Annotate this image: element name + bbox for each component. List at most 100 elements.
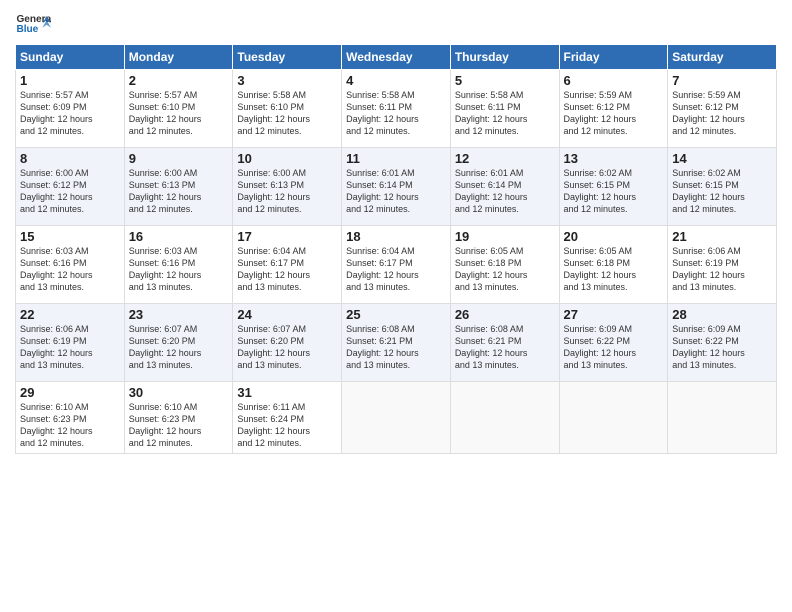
day-info: Sunrise: 6:09 AMSunset: 6:22 PMDaylight:…	[672, 324, 745, 370]
day-number: 7	[672, 73, 772, 88]
calendar-cell: 25 Sunrise: 6:08 AMSunset: 6:21 PMDayligh…	[342, 304, 451, 382]
day-number: 26	[455, 307, 555, 322]
col-monday: Monday	[124, 45, 233, 70]
calendar-cell: 11 Sunrise: 6:01 AMSunset: 6:14 PMDayligh…	[342, 148, 451, 226]
day-number: 22	[20, 307, 120, 322]
day-number: 2	[129, 73, 229, 88]
calendar-cell: 15 Sunrise: 6:03 AMSunset: 6:16 PMDayligh…	[16, 226, 125, 304]
calendar-cell	[342, 382, 451, 454]
day-info: Sunrise: 6:04 AMSunset: 6:17 PMDaylight:…	[237, 246, 310, 292]
day-number: 10	[237, 151, 337, 166]
day-number: 25	[346, 307, 446, 322]
day-number: 30	[129, 385, 229, 400]
day-info: Sunrise: 6:06 AMSunset: 6:19 PMDaylight:…	[20, 324, 93, 370]
day-info: Sunrise: 5:57 AMSunset: 6:10 PMDaylight:…	[129, 90, 202, 136]
day-number: 16	[129, 229, 229, 244]
col-friday: Friday	[559, 45, 668, 70]
logo-icon: General Blue	[15, 10, 51, 38]
day-number: 29	[20, 385, 120, 400]
day-number: 3	[237, 73, 337, 88]
day-info: Sunrise: 6:02 AMSunset: 6:15 PMDaylight:…	[672, 168, 745, 214]
calendar-cell: 13 Sunrise: 6:02 AMSunset: 6:15 PMDayligh…	[559, 148, 668, 226]
calendar-cell: 3 Sunrise: 5:58 AMSunset: 6:10 PMDaylight…	[233, 70, 342, 148]
calendar-cell: 16 Sunrise: 6:03 AMSunset: 6:16 PMDayligh…	[124, 226, 233, 304]
calendar-cell: 1Sunrise: 5:57 AMSunset: 6:09 PMDaylight…	[16, 70, 125, 148]
day-number: 13	[564, 151, 664, 166]
day-number: 24	[237, 307, 337, 322]
calendar-cell: 21Sunrise: 6:06 AMSunset: 6:19 PMDayligh…	[668, 226, 777, 304]
calendar-cell: 30 Sunrise: 6:10 AMSunset: 6:23 PMDayligh…	[124, 382, 233, 454]
calendar-cell: 22 Sunrise: 6:06 AMSunset: 6:19 PMDayligh…	[16, 304, 125, 382]
calendar-cell: 27 Sunrise: 6:09 AMSunset: 6:22 PMDayligh…	[559, 304, 668, 382]
calendar-cell: 26 Sunrise: 6:08 AMSunset: 6:21 PMDayligh…	[450, 304, 559, 382]
col-saturday: Saturday	[668, 45, 777, 70]
day-info: Sunrise: 6:01 AMSunset: 6:14 PMDaylight:…	[455, 168, 528, 214]
day-info: Sunrise: 6:09 AMSunset: 6:22 PMDaylight:…	[564, 324, 637, 370]
day-number: 27	[564, 307, 664, 322]
calendar-cell: 31Sunrise: 6:11 AMSunset: 6:24 PMDayligh…	[233, 382, 342, 454]
calendar-cell: 17 Sunrise: 6:04 AMSunset: 6:17 PMDayligh…	[233, 226, 342, 304]
calendar-cell: 10 Sunrise: 6:00 AMSunset: 6:13 PMDayligh…	[233, 148, 342, 226]
day-number: 4	[346, 73, 446, 88]
col-thursday: Thursday	[450, 45, 559, 70]
calendar-cell: 4 Sunrise: 5:58 AMSunset: 6:11 PMDaylight…	[342, 70, 451, 148]
day-info: Sunrise: 6:01 AMSunset: 6:14 PMDaylight:…	[346, 168, 419, 214]
col-tuesday: Tuesday	[233, 45, 342, 70]
calendar-cell	[559, 382, 668, 454]
day-info: Sunrise: 6:00 AMSunset: 6:13 PMDaylight:…	[129, 168, 202, 214]
page: General Blue Sunday Monday Tuesday Wedne…	[0, 0, 792, 612]
day-info: Sunrise: 6:05 AMSunset: 6:18 PMDaylight:…	[455, 246, 528, 292]
day-info: Sunrise: 6:07 AMSunset: 6:20 PMDaylight:…	[129, 324, 202, 370]
logo: General Blue	[15, 10, 51, 38]
calendar-cell: 9 Sunrise: 6:00 AMSunset: 6:13 PMDaylight…	[124, 148, 233, 226]
day-info: Sunrise: 6:11 AMSunset: 6:24 PMDaylight:…	[237, 402, 310, 448]
day-info: Sunrise: 6:02 AMSunset: 6:15 PMDaylight:…	[564, 168, 637, 214]
day-number: 21	[672, 229, 772, 244]
day-number: 19	[455, 229, 555, 244]
day-number: 18	[346, 229, 446, 244]
day-info: Sunrise: 6:00 AMSunset: 6:13 PMDaylight:…	[237, 168, 310, 214]
col-wednesday: Wednesday	[342, 45, 451, 70]
calendar-cell: 14 Sunrise: 6:02 AMSunset: 6:15 PMDayligh…	[668, 148, 777, 226]
calendar-cell: 24 Sunrise: 6:07 AMSunset: 6:20 PMDayligh…	[233, 304, 342, 382]
calendar-cell: 8 Sunrise: 6:00 AMSunset: 6:12 PMDaylight…	[16, 148, 125, 226]
day-info: Sunrise: 6:00 AMSunset: 6:12 PMDaylight:…	[20, 168, 93, 214]
col-sunday: Sunday	[16, 45, 125, 70]
calendar-cell: 20 Sunrise: 6:05 AMSunset: 6:18 PMDayligh…	[559, 226, 668, 304]
day-number: 17	[237, 229, 337, 244]
day-number: 8	[20, 151, 120, 166]
day-info: Sunrise: 6:07 AMSunset: 6:20 PMDaylight:…	[237, 324, 310, 370]
day-info: Sunrise: 6:10 AMSunset: 6:23 PMDaylight:…	[129, 402, 202, 448]
calendar-cell: 7 Sunrise: 5:59 AMSunset: 6:12 PMDaylight…	[668, 70, 777, 148]
day-info: Sunrise: 6:03 AMSunset: 6:16 PMDaylight:…	[129, 246, 202, 292]
calendar-cell: 23Sunrise: 6:07 AMSunset: 6:20 PMDayligh…	[124, 304, 233, 382]
day-info: Sunrise: 6:03 AMSunset: 6:16 PMDaylight:…	[20, 246, 93, 292]
day-number: 20	[564, 229, 664, 244]
day-number: 1	[20, 73, 120, 88]
day-info: Sunrise: 5:59 AMSunset: 6:12 PMDaylight:…	[672, 90, 745, 136]
calendar-cell: 5 Sunrise: 5:58 AMSunset: 6:11 PMDaylight…	[450, 70, 559, 148]
calendar-cell	[450, 382, 559, 454]
day-info: Sunrise: 5:59 AMSunset: 6:12 PMDaylight:…	[564, 90, 637, 136]
day-number: 9	[129, 151, 229, 166]
day-info: Sunrise: 6:08 AMSunset: 6:21 PMDaylight:…	[455, 324, 528, 370]
day-number: 14	[672, 151, 772, 166]
calendar-header-row: Sunday Monday Tuesday Wednesday Thursday…	[16, 45, 777, 70]
day-info: Sunrise: 6:10 AMSunset: 6:23 PMDaylight:…	[20, 402, 93, 448]
calendar-cell: 29 Sunrise: 6:10 AMSunset: 6:23 PMDayligh…	[16, 382, 125, 454]
day-number: 11	[346, 151, 446, 166]
calendar-cell: 6Sunrise: 5:59 AMSunset: 6:12 PMDaylight…	[559, 70, 668, 148]
calendar-cell: 28 Sunrise: 6:09 AMSunset: 6:22 PMDayligh…	[668, 304, 777, 382]
day-number: 5	[455, 73, 555, 88]
calendar-cell: 19 Sunrise: 6:05 AMSunset: 6:18 PMDayligh…	[450, 226, 559, 304]
calendar-cell: 12Sunrise: 6:01 AMSunset: 6:14 PMDayligh…	[450, 148, 559, 226]
day-info: Sunrise: 5:58 AMSunset: 6:11 PMDaylight:…	[455, 90, 528, 136]
day-info: Sunrise: 6:08 AMSunset: 6:21 PMDaylight:…	[346, 324, 419, 370]
calendar-cell: 2 Sunrise: 5:57 AMSunset: 6:10 PMDaylight…	[124, 70, 233, 148]
calendar-cell: 18Sunrise: 6:04 AMSunset: 6:17 PMDayligh…	[342, 226, 451, 304]
day-info: Sunrise: 5:58 AMSunset: 6:10 PMDaylight:…	[237, 90, 310, 136]
day-number: 15	[20, 229, 120, 244]
day-number: 28	[672, 307, 772, 322]
day-info: Sunrise: 5:58 AMSunset: 6:11 PMDaylight:…	[346, 90, 419, 136]
day-info: Sunrise: 6:05 AMSunset: 6:18 PMDaylight:…	[564, 246, 637, 292]
